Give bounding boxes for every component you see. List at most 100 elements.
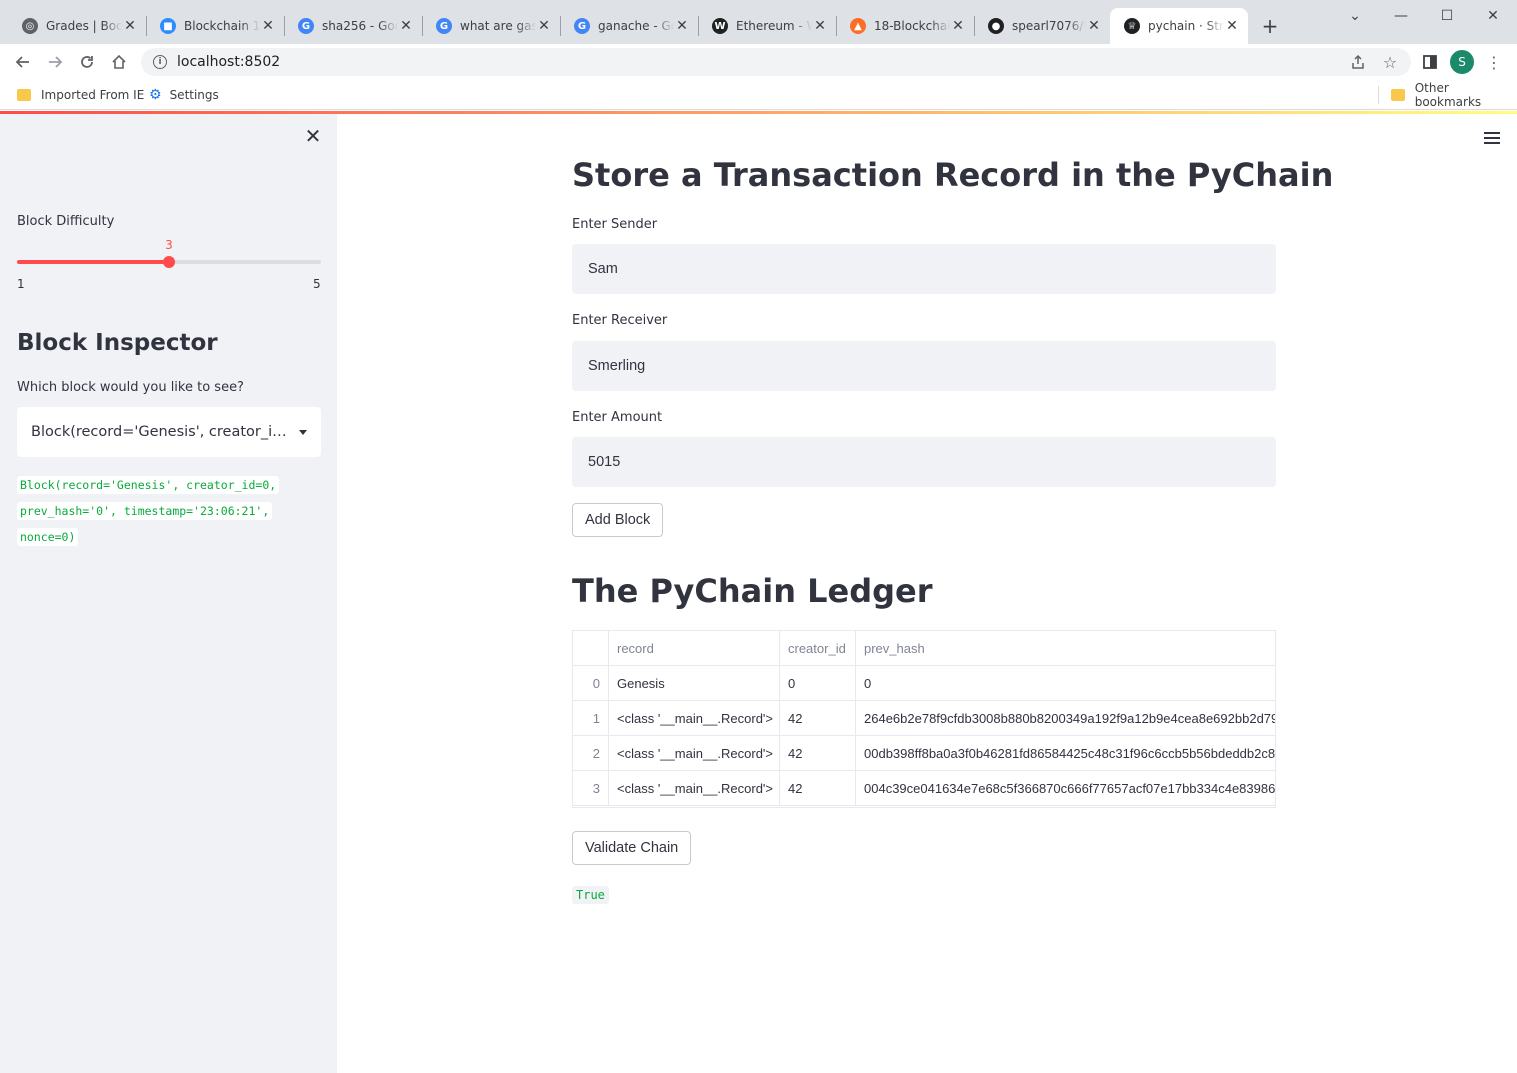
reload-icon (81, 56, 93, 68)
table-row: 0 Genesis 0 0 (573, 666, 1275, 701)
column-header[interactable]: creator_id (780, 631, 856, 665)
browser-menu-icon[interactable]: ⋮ (1482, 50, 1506, 74)
table-cell[interactable]: 42 (780, 736, 856, 770)
share-icon[interactable] (1346, 50, 1370, 74)
slider-fill (17, 260, 169, 264)
table-cell[interactable]: <class '__main__.Record'> (609, 701, 780, 735)
browser-tab[interactable]: ▲ 18-Blockchain ✕ (836, 8, 974, 44)
block-inspector-heading: Block Inspector (17, 330, 218, 356)
sidebar-close-icon[interactable]: ✕ (303, 126, 323, 146)
forward-button[interactable] (42, 49, 68, 75)
globe-icon: ◎ (22, 18, 38, 34)
validation-result: True (572, 886, 609, 904)
bookmark-settings[interactable]: ⚙ Settings (149, 86, 219, 104)
difficulty-slider[interactable] (17, 256, 321, 268)
browser-tab[interactable]: ♕ pychain · Streamlit✕ (1110, 8, 1248, 44)
browser-tab[interactable]: Gwhat are gas fees✕ (422, 8, 560, 44)
browser-tab[interactable]: Gsha256 - Google Search✕ (284, 8, 422, 44)
table-row: 2 <class '__main__.Record'> 42 00db398ff8ba… (573, 736, 1275, 771)
close-tab-icon[interactable]: ✕ (536, 18, 552, 34)
wikipedia-icon: W (712, 18, 728, 34)
close-tab-icon[interactable]: ✕ (260, 18, 276, 34)
close-tab-icon[interactable]: ✕ (1224, 18, 1240, 34)
browser-tab[interactable]: ■ Blockchain 18 ✕ (146, 8, 284, 44)
table-cell[interactable]: Genesis (609, 666, 780, 700)
maximize-button[interactable]: ☐ (1424, 4, 1470, 28)
page-title: Store a Transaction Record in the PyChai… (572, 156, 1334, 194)
table-cell[interactable]: 00db398ff8ba0a3f0b46281fd86584425c48c31f… (856, 736, 1275, 770)
tab-title: Blockchain 18 (184, 19, 260, 33)
forward-arrow-icon (49, 56, 63, 68)
bookmark-imported-from-ie[interactable]: Imported From IE (17, 86, 144, 104)
browser-toolbar: i localhost:8502 ☆ S ⋮ (0, 44, 1517, 80)
tab-title: Grades | Bootcamp (46, 19, 122, 33)
table-cell[interactable]: 264e6b2e78f9cfdb3008b880b8200349a192f9a1… (856, 701, 1275, 735)
browser-tab[interactable]: ◎ Grades | Bootcamp✕ (8, 8, 146, 44)
add-block-button[interactable]: Add Block (572, 503, 664, 537)
site-info-icon[interactable]: i (153, 55, 167, 69)
home-icon (112, 54, 126, 69)
column-header[interactable] (573, 631, 609, 665)
folder-icon (1391, 89, 1405, 101)
sender-input[interactable] (572, 244, 1276, 294)
table-cell[interactable]: 42 (780, 701, 856, 735)
block-select-label: Which block would you like to see? (17, 380, 244, 395)
receiver-label: Enter Receiver (572, 313, 668, 328)
table-cell[interactable]: 004c39ce041634e7e68c5f366870c666f77657ac… (856, 771, 1275, 805)
back-arrow-icon (15, 56, 29, 68)
tab-title: Ethereum - Wikipedia (736, 19, 812, 33)
validate-chain-button[interactable]: Validate Chain (572, 831, 692, 865)
column-header[interactable]: record (609, 631, 780, 665)
block-select[interactable]: Block(record='Genesis', creator_id=0, pr… (17, 407, 321, 457)
browser-tab[interactable]: ● spearl7076/Ut✕ (974, 8, 1110, 44)
difficulty-label: Block Difficulty (17, 214, 115, 229)
browser-tabstrip: ◎Grades | Bootcamp✕■Blockchain 18✕Gsha25… (0, 0, 1517, 44)
table-cell[interactable]: 0 (856, 666, 1275, 700)
close-tab-icon[interactable]: ✕ (122, 18, 138, 34)
tab-title: sha256 - Google Search (322, 19, 398, 33)
chevron-down-icon (299, 429, 307, 435)
browser-tab[interactable]: Gganache - Google✕ (560, 8, 698, 44)
table-header-row: record creator_id prev_hash (573, 631, 1275, 666)
slider-thumb[interactable] (163, 256, 175, 268)
hamburger-menu-icon[interactable] (1484, 132, 1500, 144)
side-panel-icon[interactable] (1418, 50, 1442, 74)
table-row: 3 <class '__main__.Record'> 42 004c39ce0416… (573, 771, 1275, 806)
table-cell[interactable]: <class '__main__.Record'> (609, 736, 780, 770)
bookmark-star-icon[interactable]: ☆ (1378, 50, 1402, 74)
browser-tab[interactable]: W Ethereum - Wikipedia✕ (698, 8, 836, 44)
minimize-button[interactable]: — (1378, 4, 1424, 28)
table-cell[interactable]: <class '__main__.Record'> (609, 771, 780, 805)
row-index: 1 (573, 701, 609, 735)
streamlit-icon: ♕ (1124, 18, 1140, 34)
table-cell[interactable]: 0 (780, 666, 856, 700)
tab-search-icon[interactable]: ⌄ (1332, 4, 1378, 28)
sidebar: ✕ Block Difficulty 3 1 5 Block Inspector… (0, 114, 337, 1073)
address-bar[interactable]: i localhost:8502 (141, 48, 1411, 76)
close-tab-icon[interactable]: ✕ (812, 18, 828, 34)
new-tab-button[interactable]: + (1258, 12, 1282, 40)
column-header[interactable]: prev_hash (856, 631, 1275, 665)
close-tab-icon[interactable]: ✕ (1086, 18, 1102, 34)
close-tab-icon[interactable]: ✕ (398, 18, 414, 34)
back-button[interactable] (10, 49, 36, 75)
table-row: 1 <class '__main__.Record'> 42 264e6b2e78f9… (573, 701, 1275, 736)
close-tab-icon[interactable]: ✕ (674, 18, 690, 34)
amount-input[interactable] (572, 437, 1276, 487)
main-content: Store a Transaction Record in the PyChai… (337, 114, 1517, 1073)
table-cell[interactable]: 42 (780, 771, 856, 805)
home-button[interactable] (106, 49, 132, 75)
receiver-input[interactable] (572, 341, 1276, 391)
ledger-heading: The PyChain Ledger (572, 572, 933, 610)
bookmarks-bar: Imported From IE ⚙ Settings Other bookma… (0, 80, 1517, 110)
block-code-line: Block(record='Genesis', creator_id=0, (17, 476, 280, 494)
github-icon: ● (988, 18, 1004, 34)
tab-title: pychain · Streamlit (1148, 19, 1224, 33)
close-tab-icon[interactable]: ✕ (950, 18, 966, 34)
close-window-button[interactable]: ✕ (1470, 4, 1516, 28)
profile-avatar[interactable]: S (1450, 50, 1474, 74)
reload-button[interactable] (74, 49, 100, 75)
row-index: 2 (573, 736, 609, 770)
bookmark-other[interactable]: Other bookmarks (1391, 81, 1517, 109)
ledger-table[interactable]: record creator_id prev_hash 0 Genesis 0 0 1 <cla… (572, 630, 1276, 808)
